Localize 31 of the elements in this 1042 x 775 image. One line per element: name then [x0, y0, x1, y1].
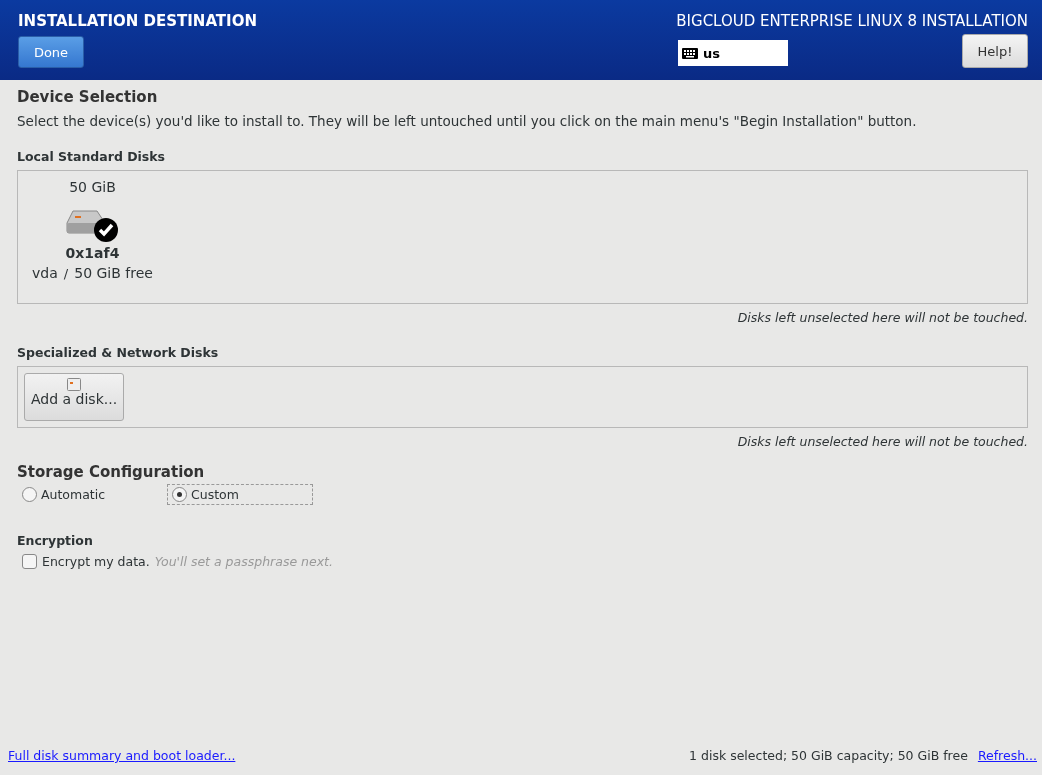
keyboard-icon: [682, 47, 698, 59]
radio-button[interactable]: [172, 487, 187, 502]
add-disk-button[interactable]: Add a disk...: [24, 373, 125, 421]
free-space: 50 GiB free: [74, 265, 153, 281]
note-text: Disks left unselected here will not be touched.: [737, 310, 1028, 325]
product-title: BIGCLOUD ENTERPRISE LINUX 8 INSTALLATION: [676, 12, 1028, 30]
section-heading: Specialized & Network Disks: [17, 345, 219, 360]
section-heading: Device Selection: [17, 88, 158, 106]
radio-option[interactable]: Custom: [167, 484, 313, 505]
done-button[interactable]: Done: [18, 36, 84, 68]
section-heading: Local Standard Disks: [17, 149, 166, 164]
section-heading: Storage Configuration: [17, 463, 205, 481]
note-text: Disks left unselected here will not be touched.: [737, 434, 1028, 449]
keyboard-layout-indicator[interactable]: us: [678, 40, 788, 66]
radio-option[interactable]: Automatic: [17, 484, 167, 505]
disk-size: 50 GiB: [69, 179, 116, 195]
disk-name: 0x1af4: [65, 245, 120, 261]
separator-text: /: [63, 265, 69, 281]
status-text: 1 disk selected; 50 GiB capacity; 50 GiB free: [689, 748, 968, 763]
checkbox-label[interactable]: Encrypt my data.: [42, 554, 150, 569]
help-button[interactable]: Help!: [962, 34, 1028, 68]
radio-button[interactable]: [22, 487, 37, 502]
checkbox[interactable]: [22, 554, 37, 569]
summary-link[interactable]: Full disk summary and boot loader...: [8, 748, 236, 763]
disk-tile[interactable]: 50 GiB 0x1af4 vda / 50 GiB free: [30, 179, 155, 281]
device-name: vda: [32, 265, 58, 281]
description-text: Select the device(s) you'd like to install to. They will be left untouched until you click on the main menu's "Begin Installation" button.: [17, 113, 917, 129]
page-title: INSTALLATION DESTINATION: [18, 12, 257, 30]
section-heading: Encryption: [17, 533, 93, 548]
hint-text: You'll set a passphrase next.: [154, 554, 333, 569]
refresh-link[interactable]: Refresh...: [977, 748, 1037, 763]
